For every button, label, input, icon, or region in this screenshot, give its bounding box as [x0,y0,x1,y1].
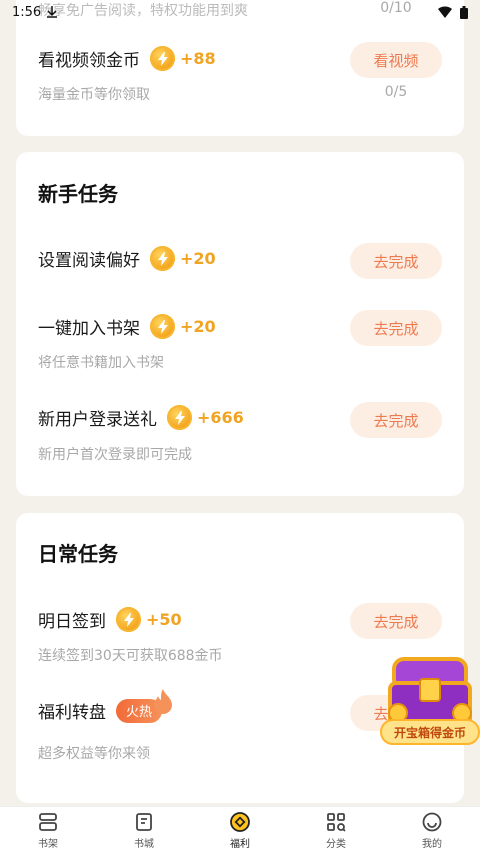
task-reward: +88 [180,49,216,68]
tab-label: 书架 [38,839,58,850]
complete-button[interactable]: 去完成 [350,310,442,346]
hot-badge: 火热 [116,688,173,723]
download-icon [47,6,58,18]
coin-icon [150,314,175,339]
wifi-icon [438,6,452,18]
treasure-chest-widget[interactable]: 开宝箱得金币 [380,655,480,745]
bookshelf-icon [39,813,57,831]
task-reward: +20 [180,249,216,268]
complete-button[interactable]: 去完成 [350,243,442,279]
task-progress: 0/5 [384,84,408,100]
tab-label: 福利 [230,839,250,850]
task-sub: 将任意书籍加入书架 [38,355,164,371]
section-title: 日常任务 [38,542,118,566]
profile-icon [422,812,442,832]
newbie-task-card: 新手任务 设置阅读偏好 +20 去完成 一键加入书架 +20 将任意书籍加入书架… [16,152,464,496]
task-reward: +20 [180,317,216,336]
coin-icon [150,246,175,271]
treasure-label: 开宝箱得金币 [380,719,480,745]
bottom-tab-bar: 书架 书城 福利 分类 我的 [0,806,480,854]
coin-icon [116,607,141,632]
section-title: 新手任务 [38,182,118,206]
tab-label: 分类 [326,839,346,850]
task-name: 新用户登录送礼 [38,410,157,430]
task-watch-video: 看视频领金币 +88 [38,46,216,71]
complete-button[interactable]: 去完成 [350,402,442,438]
hot-badge-label: 火热 [126,705,153,720]
tab-welfare[interactable]: 福利 [210,811,270,850]
tab-bookshelf[interactable]: 书架 [18,811,78,850]
task-name: 看视频领金币 [38,51,140,71]
task-new-user-login: 新用户登录送礼 +666 [38,405,244,430]
tab-profile[interactable]: 我的 [402,811,462,850]
task-lucky-wheel: 福利转盘 火热 [38,688,173,723]
task-sub: 连续签到30天可获取688金币 [38,648,223,664]
task-add-bookshelf: 一键加入书架 +20 [38,314,216,339]
welfare-icon [230,812,250,832]
task-name: 设置阅读偏好 [38,251,140,271]
task-name: 福利转盘 [38,703,106,723]
coin-icon [167,405,192,430]
task-name: 明日签到 [38,612,106,632]
task-daily-checkin: 明日签到 +50 [38,607,182,632]
status-time: 1:56 [12,4,42,20]
flame-icon [154,688,173,714]
status-bar: 1:56 [0,0,480,24]
tab-category[interactable]: 分类 [306,811,366,850]
task-reading-preference: 设置阅读偏好 +20 [38,246,216,271]
battery-icon [460,5,468,19]
complete-button[interactable]: 去完成 [350,603,442,639]
task-sub: 超多权益等你来领 [38,746,150,762]
category-icon [327,813,346,832]
task-sub: 海量金币等你领取 [38,87,150,103]
bookstore-icon [136,813,152,831]
task-reward: +666 [197,408,244,427]
task-reward: +50 [146,610,182,629]
task-sub: 新用户首次登录即可完成 [38,447,192,463]
task-name: 一键加入书架 [38,319,140,339]
watch-video-button[interactable]: 看视频 [350,42,442,78]
tab-label: 书城 [134,839,154,850]
tab-label: 我的 [422,839,442,850]
coin-icon [150,46,175,71]
tab-bookstore[interactable]: 书城 [114,811,174,850]
